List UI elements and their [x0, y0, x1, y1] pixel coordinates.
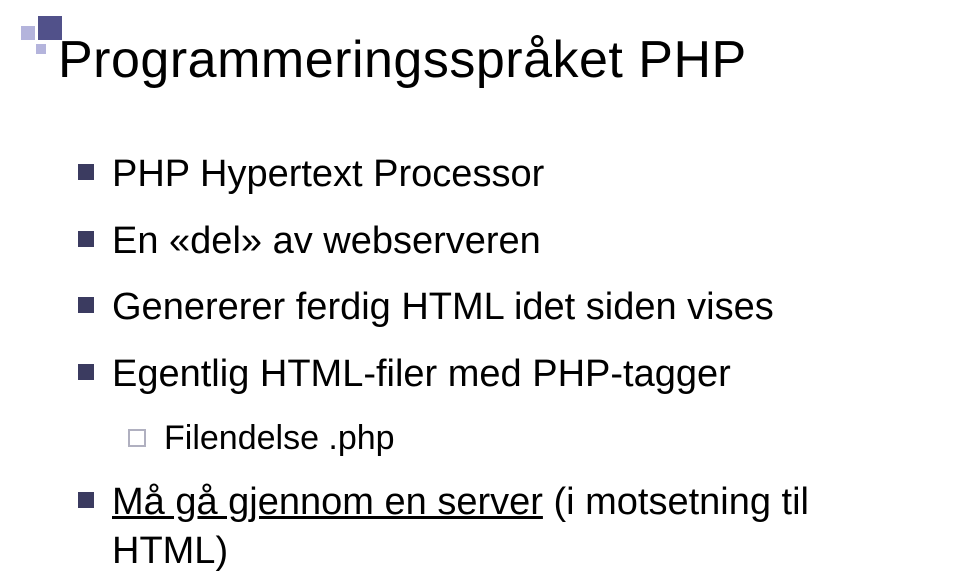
square-bullet-icon — [78, 164, 94, 180]
list-item-text: Genererer ferdig HTML idet siden vises — [112, 283, 774, 332]
list-item-text: Må gå gjennom en server (i motsetning ti… — [112, 478, 920, 575]
list-item: PHP Hypertext Processor — [78, 150, 920, 199]
list-item: Må gå gjennom en server (i motsetning ti… — [78, 478, 920, 575]
square-outline-bullet-icon — [128, 429, 146, 447]
list-item: En «del» av webserveren — [78, 217, 920, 266]
list-sub-item: Filendelse .php — [128, 417, 920, 461]
underlined-text: Må gå gjennom en server — [112, 481, 543, 523]
list-item-text: PHP Hypertext Processor — [112, 150, 544, 199]
list-item-text: Egentlig HTML-filer med PHP-tagger — [112, 350, 731, 399]
slide: Programmeringsspråket PHP PHP Hypertext … — [0, 0, 960, 584]
list-item-text: En «del» av webserveren — [112, 217, 541, 266]
square-bullet-icon — [78, 492, 94, 508]
decorative-squares-icon — [12, 10, 72, 58]
list-sub-item-text: Filendelse .php — [164, 417, 395, 461]
square-bullet-icon — [78, 231, 94, 247]
square-bullet-icon — [78, 364, 94, 380]
slide-title: Programmeringsspråket PHP — [58, 30, 920, 90]
slide-content: PHP Hypertext Processor En «del» av webs… — [78, 150, 920, 575]
square-bullet-icon — [78, 297, 94, 313]
list-item: Genererer ferdig HTML idet siden vises — [78, 283, 920, 332]
list-item: Egentlig HTML-filer med PHP-tagger — [78, 350, 920, 399]
